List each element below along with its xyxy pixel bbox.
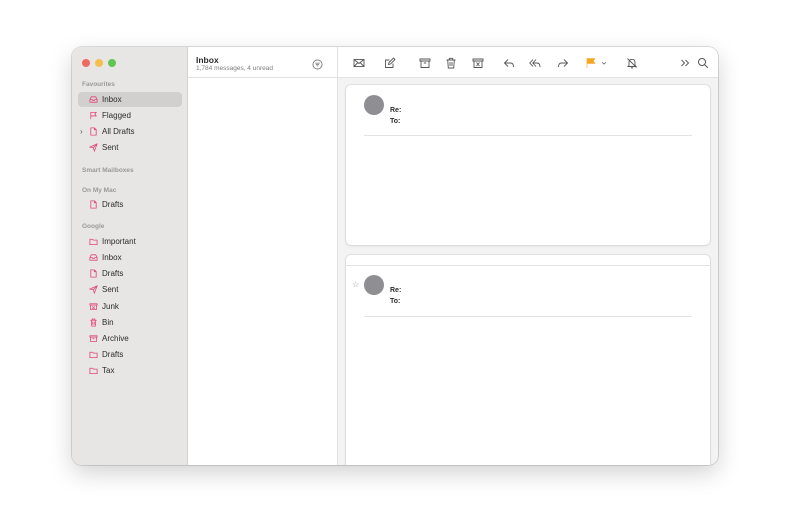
mute-bell-icon[interactable] bbox=[625, 56, 638, 69]
sidebar-item-label: Archive bbox=[102, 334, 129, 343]
reply-all-icon[interactable] bbox=[528, 56, 541, 69]
avatar bbox=[364, 275, 384, 295]
document-icon bbox=[88, 269, 98, 279]
envelope-icon[interactable] bbox=[352, 56, 365, 69]
sidebar-item-label: Inbox bbox=[102, 95, 122, 104]
sidebar-item-sent[interactable]: Sent bbox=[78, 140, 182, 155]
search-icon[interactable] bbox=[696, 56, 709, 69]
message-list-header: Inbox 1,784 messages, 4 unread bbox=[188, 47, 338, 78]
sidebar-item-label: Flagged bbox=[102, 111, 131, 120]
forward-icon[interactable] bbox=[556, 56, 569, 69]
mailbox-title: Inbox bbox=[196, 55, 219, 65]
reply-subject-label: Re: bbox=[390, 107, 402, 114]
document-icon bbox=[88, 200, 98, 210]
avatar bbox=[364, 95, 384, 115]
section-on-my-mac: On My Mac bbox=[82, 187, 117, 194]
message-card[interactable]: ☆ Re: To: bbox=[346, 255, 710, 465]
paper-plane-icon bbox=[88, 285, 98, 295]
reply-icon[interactable] bbox=[502, 56, 515, 69]
flag-icon bbox=[88, 111, 98, 121]
chevron-down-icon[interactable] bbox=[600, 56, 608, 69]
paper-plane-icon bbox=[88, 143, 98, 153]
junk-icon bbox=[88, 302, 98, 312]
sidebar-item-google-drafts-folder[interactable]: Drafts bbox=[78, 347, 182, 362]
disclosure-chevron-icon[interactable]: › bbox=[80, 127, 83, 136]
folder-icon bbox=[88, 366, 98, 376]
sidebar-item-google-drafts[interactable]: Drafts bbox=[78, 266, 182, 281]
section-smart-mailboxes: Smart Mailboxes bbox=[82, 167, 134, 174]
sidebar-item-flagged[interactable]: Flagged bbox=[78, 108, 182, 123]
flag-icon[interactable] bbox=[584, 56, 597, 69]
recipient-label: To: bbox=[390, 298, 401, 305]
inbox-icon bbox=[88, 253, 98, 263]
inbox-icon bbox=[88, 95, 98, 105]
junk-icon[interactable] bbox=[471, 56, 484, 69]
sidebar-item-junk[interactable]: Junk bbox=[78, 299, 182, 314]
sidebar-item-label: All Drafts bbox=[102, 127, 135, 136]
recipient-label: To: bbox=[390, 118, 401, 125]
sidebar-item-label: Tax bbox=[102, 366, 115, 375]
sidebar-item-label: Sent bbox=[102, 285, 119, 294]
zoom-window-button[interactable] bbox=[108, 59, 116, 67]
folder-icon bbox=[88, 350, 98, 360]
mailbox-message-count: 1,784 messages, 4 unread bbox=[196, 65, 273, 72]
sidebar-item-label: Bin bbox=[102, 318, 114, 327]
minimize-window-button[interactable] bbox=[95, 59, 103, 67]
archive-icon[interactable] bbox=[418, 56, 431, 69]
sidebar-item-label: Important bbox=[102, 237, 136, 246]
sidebar-item-important[interactable]: Important bbox=[78, 234, 182, 249]
document-icon bbox=[88, 127, 98, 137]
sidebar-item-label: Drafts bbox=[102, 269, 124, 278]
trash-icon[interactable] bbox=[444, 56, 457, 69]
header-divider bbox=[364, 135, 692, 136]
sidebar-item-label: Drafts bbox=[102, 200, 124, 209]
sidebar-item-bin[interactable]: Bin bbox=[78, 315, 182, 330]
compose-icon[interactable] bbox=[383, 56, 396, 69]
message-card[interactable]: Re: To: bbox=[346, 85, 710, 245]
trash-icon bbox=[88, 318, 98, 328]
filter-icon[interactable] bbox=[312, 57, 323, 70]
sidebar-item-tax[interactable]: Tax bbox=[78, 363, 182, 378]
sidebar-item-inbox[interactable]: Inbox bbox=[78, 92, 182, 107]
sidebar-item-all-drafts[interactable]: › All Drafts bbox=[78, 124, 182, 139]
sidebar: Favourites Inbox Flagged › All Drafts Se… bbox=[72, 47, 188, 465]
header-divider bbox=[364, 316, 692, 317]
mail-window: Favourites Inbox Flagged › All Drafts Se… bbox=[72, 47, 718, 465]
sidebar-item-mac-drafts[interactable]: Drafts bbox=[78, 197, 182, 212]
toolbar bbox=[338, 47, 718, 78]
sidebar-item-google-inbox[interactable]: Inbox bbox=[78, 250, 182, 265]
section-favourites: Favourites bbox=[82, 81, 115, 88]
card-top-divider bbox=[346, 265, 710, 266]
message-viewer: Re: To: ☆ Re: To: bbox=[338, 47, 718, 465]
message-list-pane[interactable]: Inbox 1,784 messages, 4 unread bbox=[188, 47, 338, 465]
close-window-button[interactable] bbox=[82, 59, 90, 67]
folder-icon bbox=[88, 237, 98, 247]
reply-subject-label: Re: bbox=[390, 287, 402, 294]
sidebar-item-label: Inbox bbox=[102, 253, 122, 262]
section-google: Google bbox=[82, 223, 105, 230]
sidebar-item-google-sent[interactable]: Sent bbox=[78, 282, 182, 297]
star-icon[interactable]: ☆ bbox=[352, 280, 359, 289]
sidebar-item-label: Sent bbox=[102, 143, 119, 152]
window-controls bbox=[82, 59, 116, 67]
archive-icon bbox=[88, 334, 98, 344]
more-chevrons-icon[interactable] bbox=[678, 56, 691, 69]
sidebar-item-label: Junk bbox=[102, 302, 119, 311]
sidebar-item-label: Drafts bbox=[102, 350, 124, 359]
sidebar-item-archive[interactable]: Archive bbox=[78, 331, 182, 346]
